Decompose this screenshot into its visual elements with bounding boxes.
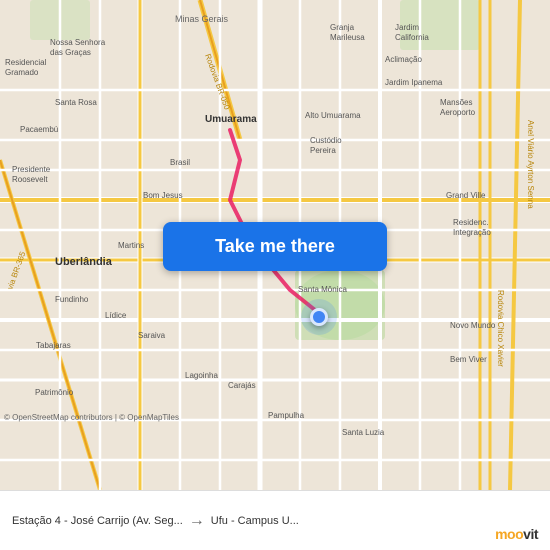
svg-text:Anel Viário Ayrton Senna: Anel Viário Ayrton Senna (526, 120, 535, 209)
svg-text:Uberlândia: Uberlândia (55, 256, 113, 268)
svg-text:Residencial: Residencial (5, 58, 47, 67)
to-station: Ufu - Campus U... (211, 515, 299, 527)
take-me-there-label: Take me there (215, 236, 335, 257)
svg-text:Carajás: Carajás (228, 381, 256, 390)
svg-text:Mansões: Mansões (440, 98, 472, 107)
svg-text:Grand Ville: Grand Ville (446, 191, 486, 200)
svg-text:Bem Viver: Bem Viver (450, 355, 487, 364)
bottom-bar: Estação 4 - José Carrijo (Av. Seg... → U… (0, 490, 550, 550)
svg-text:Aeroporto: Aeroporto (440, 108, 476, 117)
svg-text:Santa Rosa: Santa Rosa (55, 98, 97, 107)
svg-text:Saraiva: Saraiva (138, 331, 166, 340)
svg-text:das Graças: das Graças (50, 48, 91, 57)
svg-text:Bom Jesus: Bom Jesus (143, 191, 183, 200)
svg-text:Custódio: Custódio (310, 136, 342, 145)
svg-text:Tabajaras: Tabajaras (36, 341, 71, 350)
map-container: Minas Gerais Nossa Senhora das Graças Re… (0, 0, 550, 490)
from-station: Estação 4 - José Carrijo (Av. Seg... (12, 515, 183, 527)
svg-text:Pacaembú: Pacaembú (20, 125, 58, 134)
route-arrow-icon: → (189, 512, 205, 530)
svg-text:Umuarama: Umuarama (205, 114, 257, 125)
svg-text:Lagoinha: Lagoinha (185, 371, 218, 380)
svg-text:Novo Mundo: Novo Mundo (450, 321, 496, 330)
svg-text:Santa Mônica: Santa Mônica (298, 285, 347, 294)
svg-text:Aclimação: Aclimação (385, 55, 422, 64)
svg-text:Jardim Ipanema: Jardim Ipanema (385, 78, 443, 87)
svg-text:Presidente: Presidente (12, 165, 51, 174)
svg-text:Santa Luzia: Santa Luzia (342, 428, 385, 437)
route-info[interactable]: Estação 4 - José Carrijo (Av. Seg... → U… (12, 512, 538, 530)
svg-text:Marileusa: Marileusa (330, 33, 365, 42)
svg-text:Gramado: Gramado (5, 68, 39, 77)
svg-text:Jardim: Jardim (395, 23, 419, 32)
svg-text:Martins: Martins (118, 241, 144, 250)
take-me-there-button[interactable]: Take me there (163, 222, 387, 271)
svg-text:Nossa Senhora: Nossa Senhora (50, 38, 106, 47)
svg-text:Rodovia Chico Xavier: Rodovia Chico Xavier (496, 290, 505, 367)
svg-text:Pereira: Pereira (310, 146, 336, 155)
svg-text:Fundinho: Fundinho (55, 295, 89, 304)
svg-text:Pampulha: Pampulha (268, 411, 305, 420)
svg-text:Roosevelt: Roosevelt (12, 175, 48, 184)
svg-text:California: California (395, 33, 429, 42)
svg-text:Granja: Granja (330, 23, 355, 32)
svg-text:Patrimônio: Patrimônio (35, 388, 74, 397)
user-location-dot (310, 308, 328, 326)
svg-text:Alto Umuarama: Alto Umuarama (305, 111, 361, 120)
svg-text:Lídice: Lídice (105, 311, 127, 320)
svg-text:Brasil: Brasil (170, 158, 190, 167)
moovit-logo: moovit (495, 526, 538, 542)
svg-text:Minas Gerais: Minas Gerais (175, 14, 229, 24)
map-attribution: © OpenStreetMap contributors | © OpenMap… (4, 413, 179, 422)
svg-text:Residenc.: Residenc. (453, 218, 489, 227)
svg-text:Integração: Integração (453, 228, 491, 237)
